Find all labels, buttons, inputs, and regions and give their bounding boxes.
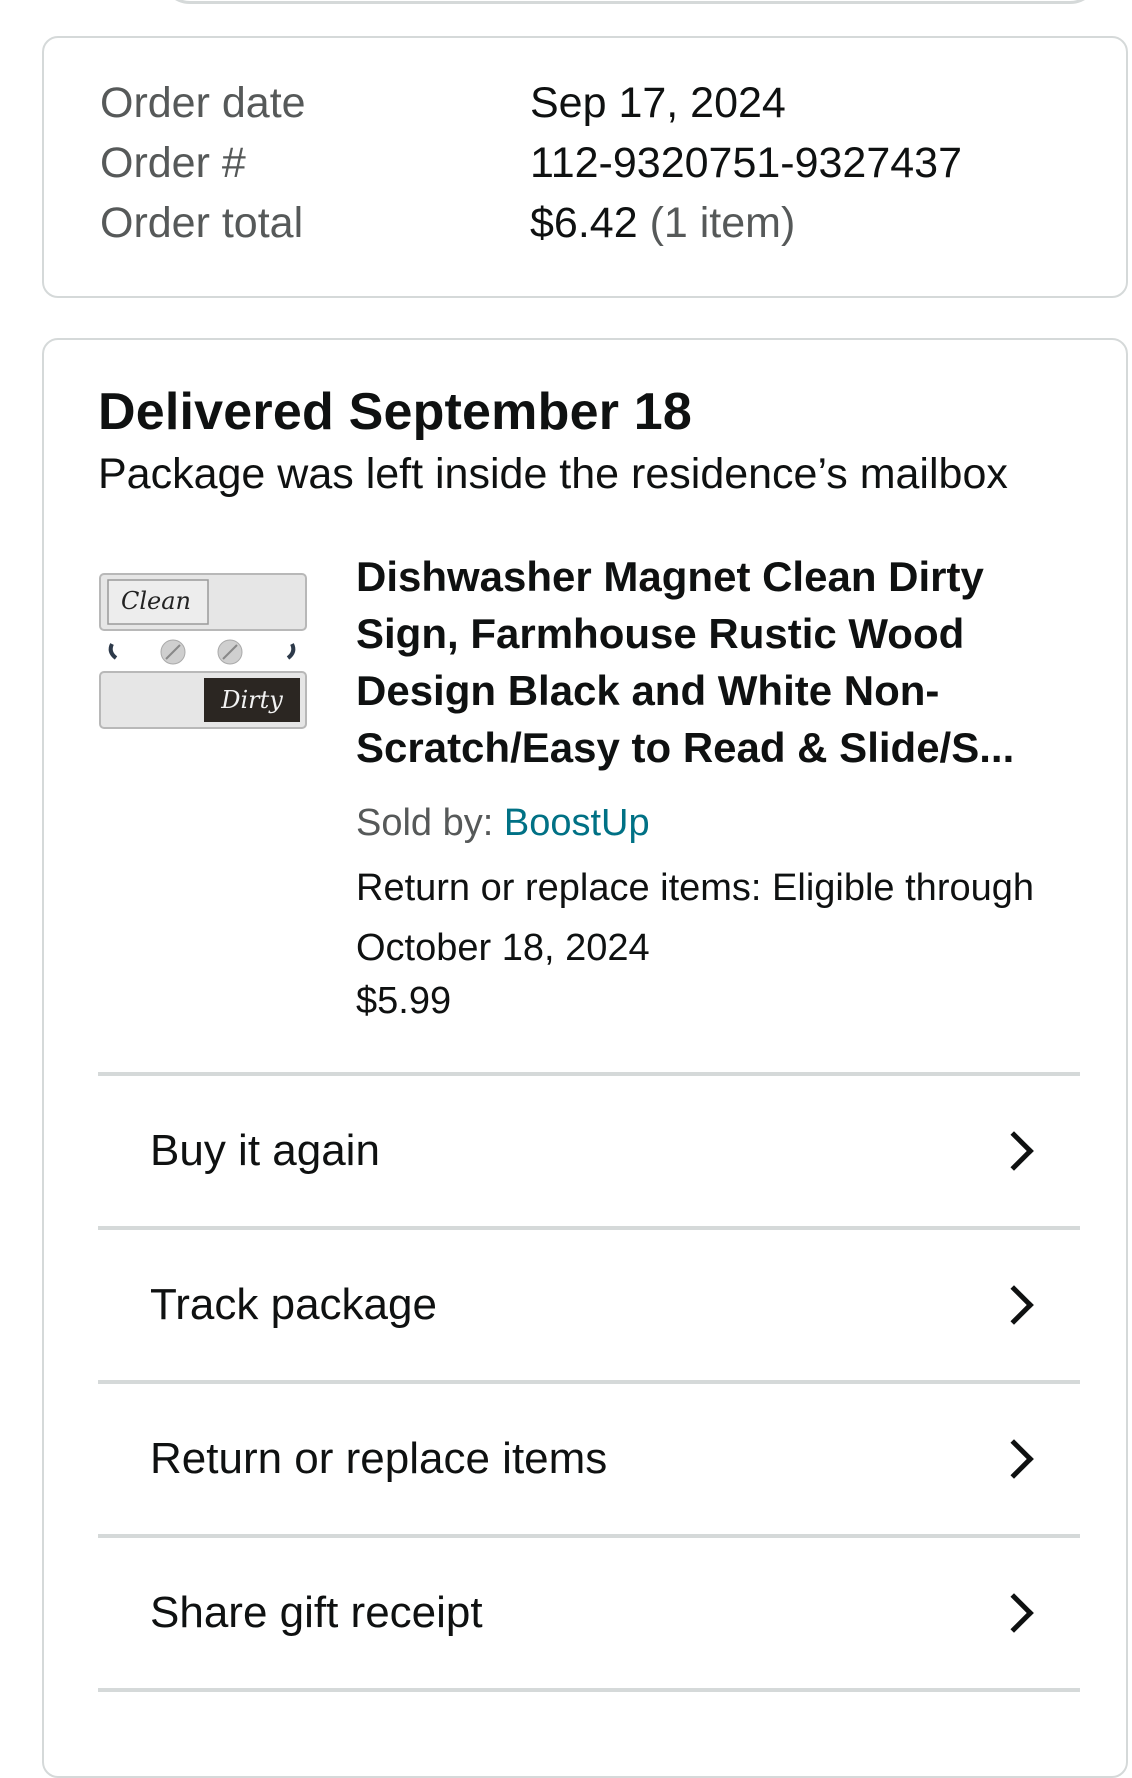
order-summary-card: Order date Sep 17, 2024 Order # 112-9320… [42, 36, 1128, 298]
thumb-arrow-left [108, 643, 118, 660]
delivery-status-title: Delivered September 18 [98, 383, 693, 441]
product-title-link[interactable]: Dishwasher Magnet Clean Dirty Sign, Farm… [356, 548, 1076, 776]
order-date-label: Order date [100, 79, 306, 127]
order-item-count: (1 item) [649, 199, 796, 247]
chevron-right-icon [994, 1593, 1034, 1633]
order-number-label: Order # [100, 139, 246, 187]
buy-it-again-button[interactable]: Buy it again [98, 1076, 1080, 1226]
divider [98, 1688, 1080, 1692]
product-thumbnail[interactable]: Clean Dirty [98, 572, 308, 732]
return-eligibility: Return or replace items: Eligible throug… [356, 867, 1035, 969]
order-total-label: Order total [100, 199, 304, 247]
shipment-card: Delivered September 18 Package was left … [42, 338, 1128, 1778]
order-total-amount: $6.42 [530, 199, 638, 247]
delivery-status-detail: Package was left inside the residence’s … [98, 450, 1008, 498]
return-or-replace-button[interactable]: Return or replace items [98, 1384, 1080, 1534]
action-label: Return or replace items [150, 1434, 608, 1483]
thumb-clean-text: Clean [121, 587, 191, 615]
thumb-arrow-right [286, 643, 296, 660]
previous-card-edge [160, 0, 1100, 4]
item-price: $5.99 [356, 980, 452, 1022]
action-label: Track package [150, 1280, 437, 1329]
thumb-dirty-text: Dirty [220, 686, 283, 714]
chevron-right-icon [994, 1285, 1034, 1325]
action-label: Share gift receipt [150, 1588, 483, 1637]
order-date-value: Sep 17, 2024 [530, 79, 786, 127]
sold-by-label: Sold by: [356, 802, 504, 844]
sold-by-line: Sold by: BoostUp [356, 802, 650, 845]
track-package-button[interactable]: Track package [98, 1230, 1080, 1380]
action-label: Buy it again [150, 1126, 380, 1175]
chevron-right-icon [994, 1131, 1034, 1171]
chevron-right-icon [994, 1439, 1034, 1479]
order-number-value: 112-9320751-9327437 [530, 139, 962, 187]
seller-link[interactable]: BoostUp [504, 802, 650, 844]
share-gift-receipt-button[interactable]: Share gift receipt [98, 1538, 1080, 1688]
order-total-value: $6.42 (1 item) [530, 198, 795, 248]
